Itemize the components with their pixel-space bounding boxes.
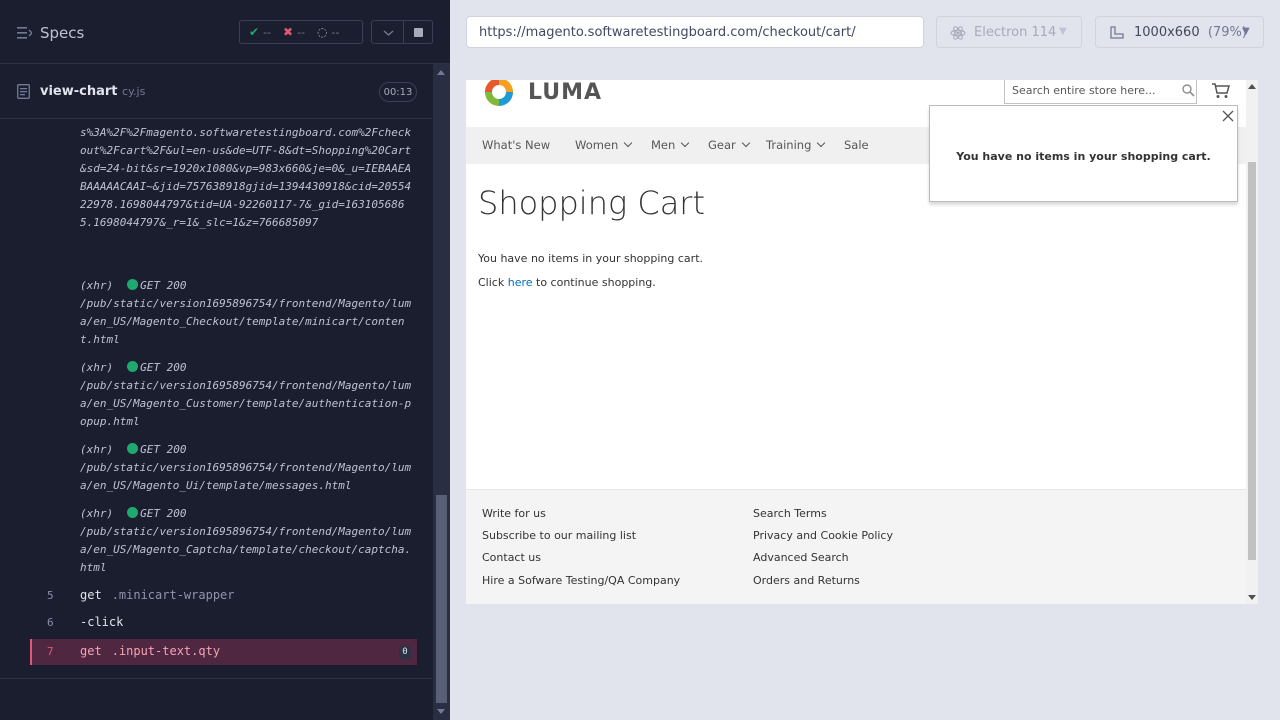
xhr-url: /pub/static/version1695896754/frontend/M… xyxy=(80,297,412,346)
xhr-log-entry[interactable]: (xhr) GET 200 xyxy=(80,359,186,377)
specs-list-icon[interactable] xyxy=(17,26,32,40)
page-scrollbar[interactable] xyxy=(1246,80,1258,604)
footer-link[interactable]: Search Terms xyxy=(753,507,827,520)
scroll-up-icon[interactable] xyxy=(437,70,445,75)
xhr-url: /pub/static/version1695896754/frontend/M… xyxy=(80,461,412,492)
browser-name: Electron 114 xyxy=(974,25,1057,40)
status-dot-icon xyxy=(127,361,139,372)
x-icon: ✖ xyxy=(283,25,294,39)
divider xyxy=(0,678,432,679)
command-log: s%3A%2F%2Fmagento.softwaretestingboard.c… xyxy=(0,120,432,678)
page-title: Shopping Cart xyxy=(478,184,705,222)
viewport-size: 1000x660 (79%) xyxy=(1134,25,1247,40)
cart-icon[interactable] xyxy=(1212,83,1230,99)
xhr-log-entry[interactable]: (xhr) GET 200 xyxy=(80,505,186,523)
passed-count: ✔ -- xyxy=(249,25,272,39)
check-icon: ✔ xyxy=(249,25,260,39)
chevron-down-icon: ▼ xyxy=(1059,26,1067,37)
continue-shopping-line: Click here to continue shopping. xyxy=(478,276,656,289)
command-log-scrollbar[interactable] xyxy=(433,64,450,720)
pending-circle-icon: ◌ xyxy=(317,25,328,39)
element-count-badge: 0 xyxy=(399,646,411,659)
xhr-log-entry[interactable]: (xhr) GET 200 xyxy=(80,277,186,295)
chevron-down-icon xyxy=(383,30,394,36)
xhr-url: /pub/static/version1695896754/frontend/M… xyxy=(80,379,412,428)
browser-selector[interactable]: Electron 114 ▼ xyxy=(936,16,1082,48)
test-stats: ✔ -- ✖ -- ◌ -- xyxy=(239,20,363,44)
minicart-empty-message: You have no items in your shopping cart. xyxy=(956,150,1211,163)
search-icon[interactable] xyxy=(1182,84,1195,97)
command-log-panel: Specs ✔ -- ✖ -- ◌ -- view-chart cy.js 00:13… xyxy=(0,0,450,720)
url-bar[interactable]: https://magento.softwaretestingboard.com… xyxy=(466,16,924,48)
empty-cart-message: You have no items in your shopping cart. xyxy=(478,252,704,265)
command-row-active[interactable]: 7 get .input-text.qty 0 xyxy=(30,639,417,665)
scrollbar-thumb[interactable] xyxy=(436,495,447,703)
footer-link[interactable]: Hire a Sofware Testing/QA Company xyxy=(482,574,680,587)
pending-count: ◌ -- xyxy=(317,25,340,39)
specs-header: Specs ✔ -- ✖ -- ◌ -- xyxy=(0,0,450,64)
failed-count: ✖ -- xyxy=(283,25,306,39)
ruler-icon xyxy=(1110,26,1124,39)
logo-text[interactable]: LUMA xyxy=(528,80,602,105)
footer: Write for us Subscribe to our mailing li… xyxy=(466,489,1246,604)
footer-link[interactable]: Advanced Search xyxy=(753,551,849,564)
continue-shopping-link[interactable]: here xyxy=(508,276,533,289)
footer-link[interactable]: Contact us xyxy=(482,551,541,564)
nav-item-whats-new[interactable]: What's New xyxy=(482,138,550,152)
file-icon xyxy=(17,84,30,99)
nav-item-training[interactable]: Training xyxy=(766,138,826,152)
footer-link[interactable]: Write for us xyxy=(482,507,546,520)
app-under-test-frame: LUMA Search entire store here... What's … xyxy=(466,80,1258,604)
minicart-dropdown: You have no items in your shopping cart. xyxy=(929,105,1238,202)
luma-logo-icon[interactable] xyxy=(482,80,516,107)
status-dot-icon xyxy=(127,443,139,454)
duration-badge: 00:13 xyxy=(379,82,417,102)
footer-link[interactable]: Subscribe to our mailing list xyxy=(482,529,636,542)
command-row[interactable]: 5 get .minicart-wrapper xyxy=(30,583,417,609)
viewport-selector[interactable]: 1000x660 (79%) ▼ xyxy=(1095,16,1264,48)
xhr-log-entry[interactable]: (xhr) GET 200 xyxy=(80,441,186,459)
specs-label[interactable]: Specs xyxy=(40,24,84,42)
chevron-down-icon: ▼ xyxy=(1242,26,1250,37)
electron-icon xyxy=(950,26,966,40)
chevron-down-icon xyxy=(624,138,633,148)
collapse-button[interactable] xyxy=(371,20,404,44)
nav-item-gear[interactable]: Gear xyxy=(708,138,751,152)
chevron-down-icon xyxy=(681,138,690,148)
chevron-down-icon xyxy=(741,138,751,148)
scroll-down-icon[interactable] xyxy=(437,709,445,714)
nav-item-sale[interactable]: Sale xyxy=(844,138,869,152)
search-input[interactable]: Search entire store here... xyxy=(1004,80,1197,104)
footer-link[interactable]: Orders and Returns xyxy=(753,574,860,587)
scroll-up-icon[interactable] xyxy=(1248,84,1256,89)
stop-button[interactable] xyxy=(403,20,433,44)
status-dot-icon xyxy=(127,279,139,290)
scrollbar-thumb[interactable] xyxy=(1248,162,1256,560)
nav-item-men[interactable]: Men xyxy=(651,138,690,152)
log-url-continuation: s%3A%2F%2Fmagento.softwaretestingboard.c… xyxy=(80,126,412,229)
spec-filename: view-chart cy.js xyxy=(40,84,146,99)
xhr-url: /pub/static/version1695896754/frontend/M… xyxy=(80,525,412,574)
close-icon[interactable] xyxy=(1221,109,1235,123)
spec-file-header: view-chart cy.js 00:13 xyxy=(0,65,432,119)
footer-link[interactable]: Privacy and Cookie Policy xyxy=(753,529,893,542)
status-dot-icon xyxy=(127,507,139,518)
scroll-down-icon[interactable] xyxy=(1248,595,1256,600)
command-row[interactable]: 6 -click xyxy=(30,610,417,636)
nav-item-women[interactable]: Women xyxy=(575,138,633,152)
chevron-down-icon xyxy=(817,138,826,148)
